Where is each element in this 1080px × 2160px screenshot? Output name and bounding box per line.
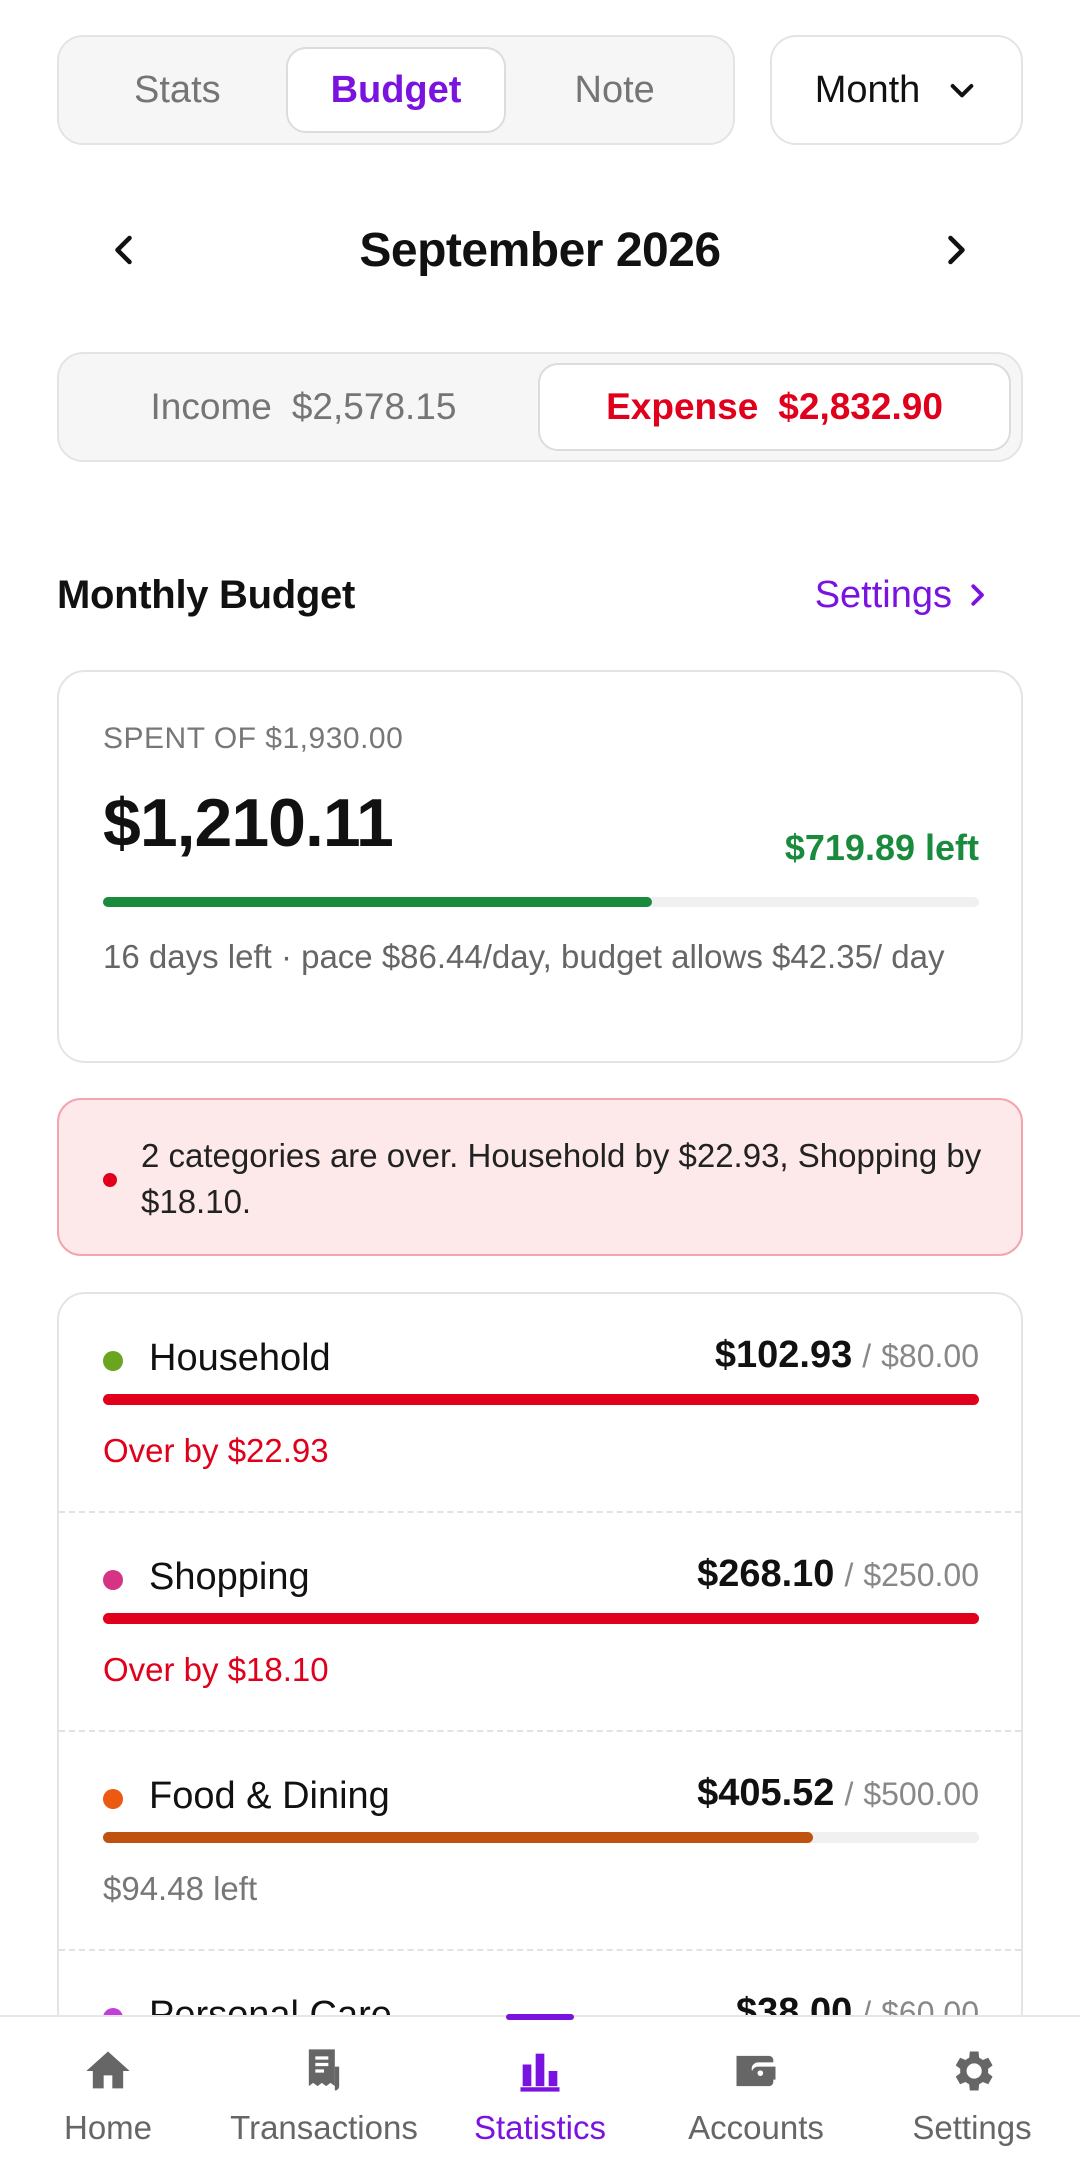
settings-link-label: Settings: [814, 573, 952, 616]
home-icon: [86, 2051, 130, 2089]
nav-label: Statistics: [473, 2109, 607, 2146]
category-color-dot: [103, 1570, 123, 1590]
expense-value: $2,832.90: [778, 386, 943, 427]
income-toggle[interactable]: Income $2,578.15: [69, 363, 538, 451]
expense-toggle[interactable]: Expense $2,832.90: [538, 363, 1011, 451]
category-name: Household: [149, 1337, 331, 1379]
category-progress-fill: [103, 1394, 979, 1405]
budget-settings-link[interactable]: Settings: [815, 574, 992, 617]
income-label: Income: [150, 386, 272, 427]
budget-progress-bar: [103, 897, 979, 907]
category-progress-bar: [103, 1394, 979, 1405]
chevron-right-icon: [948, 235, 965, 265]
current-period-title: September 2026: [359, 223, 721, 277]
bottom-navigation: Home Transactions Statistics Accounts Se…: [0, 2014, 1080, 2160]
category-amounts: $405.52/$500.00: [697, 1772, 979, 1815]
tab-budget[interactable]: Budget: [285, 47, 507, 133]
category-amounts: $268.10/$250.00: [697, 1553, 979, 1596]
nav-transactions[interactable]: Transactions: [216, 2017, 432, 2160]
monthly-budget-header: Monthly Budget Settings: [57, 565, 992, 625]
budget-summary-card: SPENT OF $1,930.00 $1,210.11 $719.89 lef…: [57, 670, 1023, 1063]
nav-settings[interactable]: Settings: [864, 2017, 1080, 2160]
nav-label: Settings: [912, 2109, 1032, 2146]
category-status: Over by $18.10: [103, 1651, 329, 1688]
category-spent: $268.10: [697, 1553, 835, 1595]
view-tabs: Stats Budget Note: [57, 35, 735, 145]
prev-month-button[interactable]: [100, 225, 150, 275]
bar-chart-icon: [520, 2053, 560, 2092]
income-value: $2,578.15: [291, 386, 457, 427]
category-progress-fill: [103, 1832, 814, 1843]
wallet-icon: [736, 2055, 776, 2087]
category-budget: $500.00: [863, 1776, 979, 1812]
amount-separator: /: [844, 1776, 854, 1812]
nav-label: Home: [63, 2109, 153, 2146]
over-budget-alert: 2 categories are over. Household by $22.…: [57, 1098, 1023, 1256]
category-amounts: $102.93/$80.00: [715, 1334, 979, 1377]
alert-dot-icon: [103, 1173, 117, 1187]
next-month-button[interactable]: [930, 225, 980, 275]
period-dropdown[interactable]: Month: [770, 35, 1023, 145]
nav-label: Transactions: [230, 2109, 418, 2146]
remaining-amount: $719.89 left: [784, 827, 979, 868]
category-name: Food & Dining: [149, 1775, 390, 1817]
spent-amount: $1,210.11: [103, 785, 394, 861]
section-title: Monthly Budget: [57, 572, 355, 617]
category-status: $94.48 left: [103, 1870, 258, 1907]
income-expense-toggle: Income $2,578.15 Expense $2,832.90: [57, 352, 1023, 462]
tab-stats[interactable]: Stats: [69, 47, 286, 133]
category-status: Over by $22.93: [103, 1432, 329, 1469]
category-color-dot: [103, 1351, 123, 1371]
amount-separator: /: [844, 1557, 854, 1593]
alert-text: 2 categories are over. Household by $22.…: [141, 1137, 982, 1220]
category-spent: $405.52: [697, 1772, 835, 1814]
category-budget: $80.00: [881, 1338, 979, 1374]
tab-note[interactable]: Note: [506, 47, 723, 133]
category-row[interactable]: Shopping $268.10/$250.00 Over by $18.10: [59, 1513, 1021, 1732]
chevron-left-icon: [115, 235, 132, 265]
date-navigator: September 2026: [100, 205, 980, 295]
category-row[interactable]: Household $102.93/$80.00 Over by $22.93: [59, 1294, 1021, 1513]
pace-note: 16 days left · pace $86.44/day, budget a…: [103, 938, 945, 975]
budget-progress-fill: [103, 897, 653, 907]
nav-statistics[interactable]: Statistics: [432, 2014, 648, 2160]
expense-label: Expense: [606, 386, 759, 427]
amount-separator: /: [862, 1338, 872, 1374]
category-name: Shopping: [149, 1556, 310, 1598]
chevron-down-icon: [950, 84, 974, 98]
active-tab-indicator: [506, 2014, 574, 2020]
period-label: Month: [814, 68, 921, 111]
nav-label: Accounts: [688, 2109, 824, 2146]
category-progress-bar: [103, 1613, 979, 1624]
receipt-icon: [308, 2049, 340, 2091]
category-color-dot: [103, 1789, 123, 1809]
category-row[interactable]: Food & Dining $405.52/$500.00 $94.48 left: [59, 1732, 1021, 1951]
gear-icon: [955, 2051, 993, 2091]
spent-of-label: SPENT OF $1,930.00: [103, 722, 404, 755]
budget-screen: Stats Budget Note Month September 2026 I…: [0, 0, 1080, 2160]
category-progress-bar: [103, 1832, 979, 1843]
chevron-right-icon: [971, 584, 984, 606]
category-progress-fill: [103, 1613, 979, 1624]
category-budget: $250.00: [863, 1557, 979, 1593]
nav-home[interactable]: Home: [0, 2017, 216, 2160]
category-spent: $102.93: [714, 1334, 853, 1376]
nav-accounts[interactable]: Accounts: [648, 2017, 864, 2160]
